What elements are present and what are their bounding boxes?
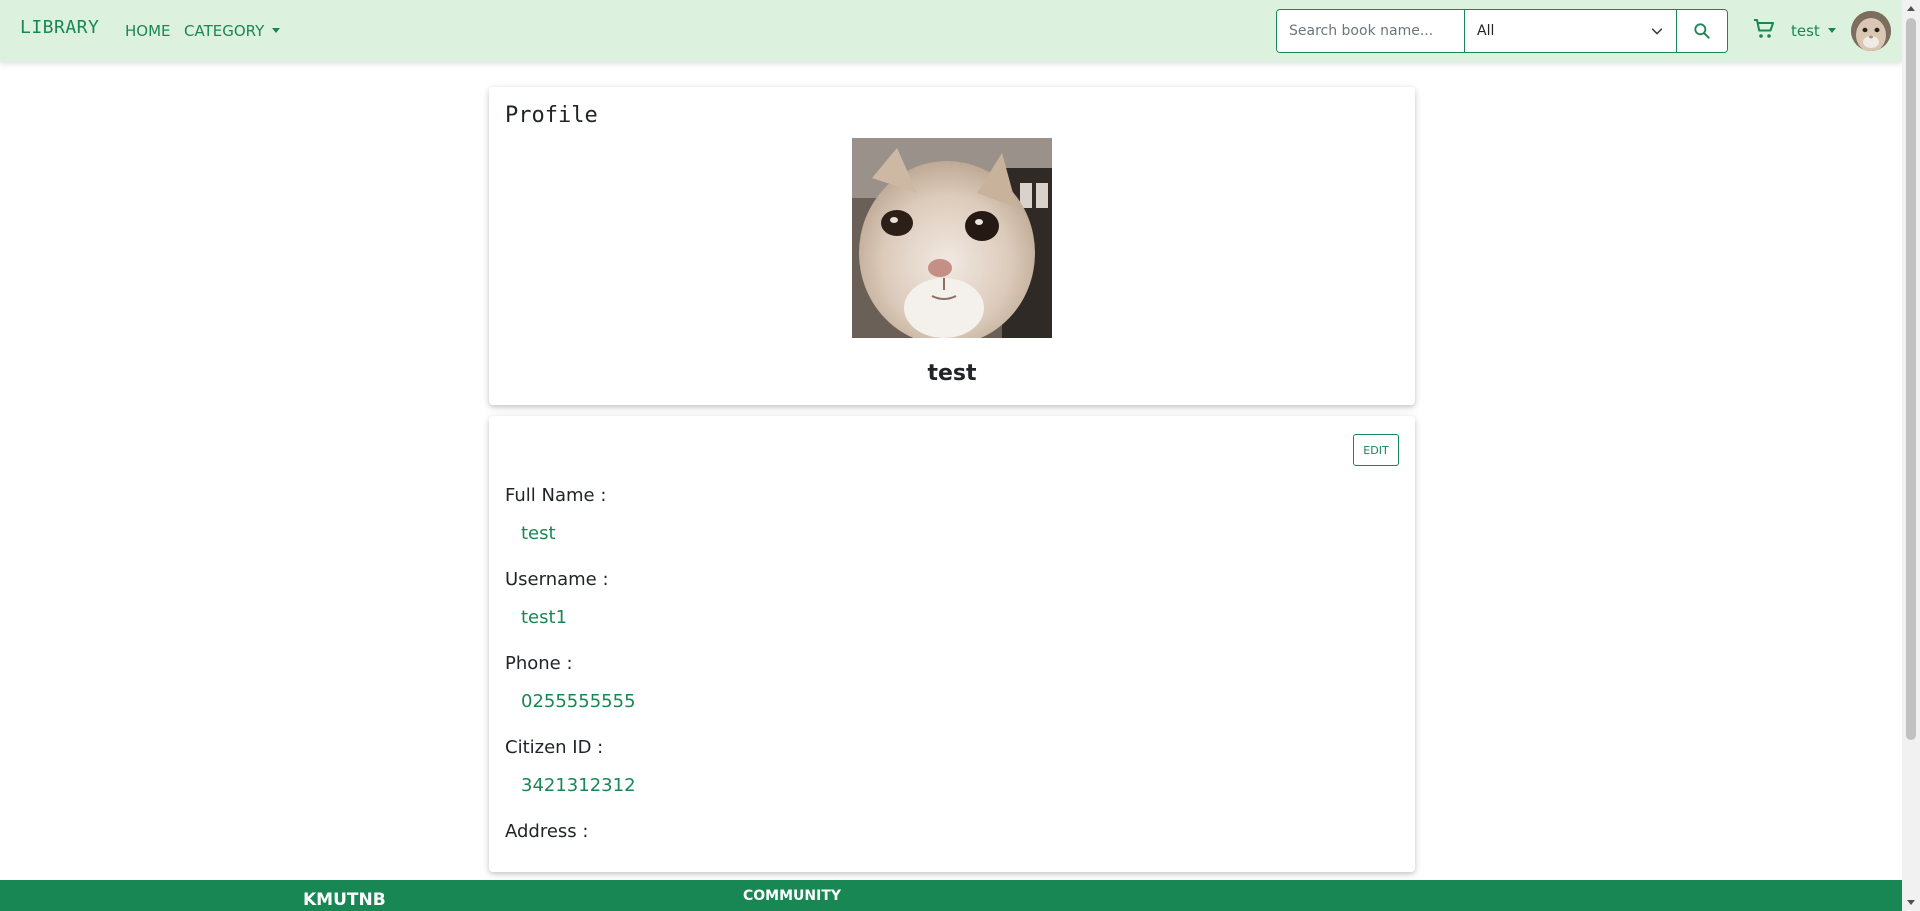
profile-name: test xyxy=(927,361,977,386)
caret-down-icon xyxy=(1827,28,1836,33)
footer-community-heading: COMMUNITY xyxy=(743,888,842,904)
category-select[interactable]: All xyxy=(1465,10,1678,52)
search-input[interactable] xyxy=(1277,10,1465,52)
field-label-full-name: Full Name : xyxy=(505,485,607,506)
caret-down-icon xyxy=(272,28,281,33)
search-button[interactable] xyxy=(1677,10,1727,52)
footer: KMUTNB COMMUNITY xyxy=(0,880,1902,911)
top-navbar: LIBRARY HOME CATEGORY All test xyxy=(0,0,1902,62)
search-icon xyxy=(1694,23,1710,39)
field-label-phone: Phone : xyxy=(505,653,573,674)
field-label-citizen-id: Citizen ID : xyxy=(505,737,604,758)
nav-home-link[interactable]: HOME xyxy=(125,22,171,40)
chevron-down-icon xyxy=(1652,28,1663,35)
footer-brand: KMUTNB xyxy=(303,890,386,910)
field-value-phone: 0255555555 xyxy=(521,691,636,712)
edit-button[interactable]: EDIT xyxy=(1353,434,1399,466)
profile-photo xyxy=(852,138,1052,338)
scroll-up-arrow-icon[interactable] xyxy=(1907,6,1915,11)
field-value-username: test1 xyxy=(521,607,568,628)
nav-category-dropdown[interactable]: CATEGORY xyxy=(184,22,281,40)
scroll-thumb[interactable] xyxy=(1906,18,1916,740)
avatar[interactable] xyxy=(1851,11,1891,51)
field-label-address: Address : xyxy=(505,821,589,842)
profile-title: Profile xyxy=(505,103,598,128)
nav-category-label: CATEGORY xyxy=(184,22,265,40)
cat-photo-image xyxy=(852,138,1052,338)
user-menu-label: test xyxy=(1791,22,1820,40)
page-scrollbar[interactable] xyxy=(1902,0,1920,911)
category-select-value: All xyxy=(1477,23,1495,39)
search-form: All xyxy=(1276,9,1728,53)
cart-icon[interactable] xyxy=(1752,17,1776,41)
field-label-username: Username : xyxy=(505,569,609,590)
scroll-down-arrow-icon[interactable] xyxy=(1907,900,1915,905)
profile-card: Profile test xyxy=(489,87,1415,405)
user-menu-dropdown[interactable]: test xyxy=(1791,22,1836,40)
field-value-full-name: test xyxy=(521,523,556,544)
avatar-image xyxy=(1851,11,1891,51)
brand-logo[interactable]: LIBRARY xyxy=(20,17,99,38)
profile-details-card: EDIT Full Name : test Username : test1 P… xyxy=(489,416,1415,872)
field-value-citizen-id: 3421312312 xyxy=(521,775,636,796)
